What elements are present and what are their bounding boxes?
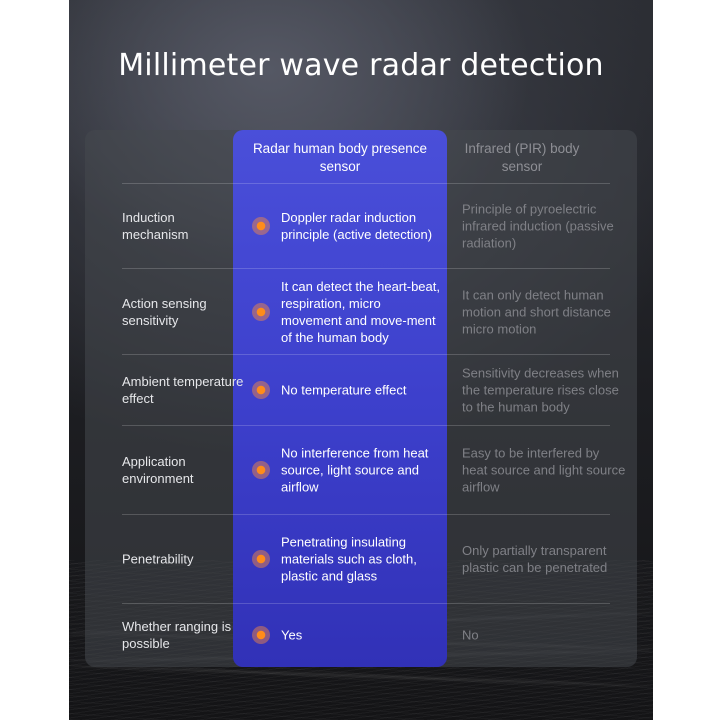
orange-dot-icon bbox=[252, 302, 270, 321]
background-panel: Millimeter wave radar detection Radar hu… bbox=[69, 0, 653, 720]
orange-dot-icon bbox=[252, 550, 270, 568]
pir-value: Easy to be interfered by heat source and… bbox=[462, 445, 626, 495]
radar-value: No temperature effect bbox=[281, 382, 407, 398]
radar-value: Doppler radar induction principle (activ… bbox=[281, 210, 433, 242]
row-label: Whether ranging is possible bbox=[122, 619, 232, 651]
table-row-induction-mechanism: Induction mechanism Doppler radar induct… bbox=[85, 184, 637, 268]
row-label: Penetrability bbox=[122, 551, 194, 567]
table-row-whether-ranging: Whether ranging is possible Yes No bbox=[85, 604, 637, 666]
row-label: Application environment bbox=[122, 454, 194, 486]
column-header-radar: Radar human body presence sensor bbox=[252, 141, 428, 174]
pir-value: It can only detect human motion and shor… bbox=[462, 287, 611, 336]
page-title: Millimeter wave radar detection bbox=[118, 48, 604, 83]
orange-dot-icon bbox=[252, 626, 270, 644]
radar-value: It can detect the heart-beat, respiratio… bbox=[281, 278, 440, 345]
row-label: Ambient temperature effect bbox=[122, 374, 244, 406]
table-row-ambient-temperature-effect: Ambient temperature effect No temperatur… bbox=[85, 355, 637, 425]
row-label: Induction mechanism bbox=[122, 210, 189, 242]
pir-value: Sensitivity decreases when the temperatu… bbox=[462, 365, 619, 415]
row-label: Action sensing sensitivity bbox=[122, 295, 207, 328]
pir-value: Principle of pyroelectric infrared induc… bbox=[462, 201, 614, 251]
orange-dot-icon bbox=[252, 461, 270, 479]
pir-value: Only partially transparent plastic can b… bbox=[462, 543, 608, 575]
radar-value: Penetrating insulating materials such as… bbox=[281, 534, 417, 584]
pir-value: No bbox=[462, 627, 479, 643]
wave-decoration bbox=[69, 664, 653, 688]
comparison-table: Radar human body presence sensor Infrare… bbox=[85, 130, 637, 667]
table-row-penetrability: Penetrability Penetrating insulating mat… bbox=[85, 515, 637, 603]
orange-dot-icon bbox=[252, 217, 270, 235]
table-row-action-sensing-sensitivity: Action sensing sensitivity It can detect… bbox=[85, 269, 637, 354]
orange-dot-icon bbox=[252, 381, 270, 399]
table-row-application-environment: Application environment No interference … bbox=[85, 426, 637, 514]
radar-value: Yes bbox=[281, 627, 303, 643]
column-header-pir: Infrared (PIR) body sensor bbox=[464, 141, 580, 174]
radar-value: No interference from heat source, light … bbox=[281, 445, 429, 495]
